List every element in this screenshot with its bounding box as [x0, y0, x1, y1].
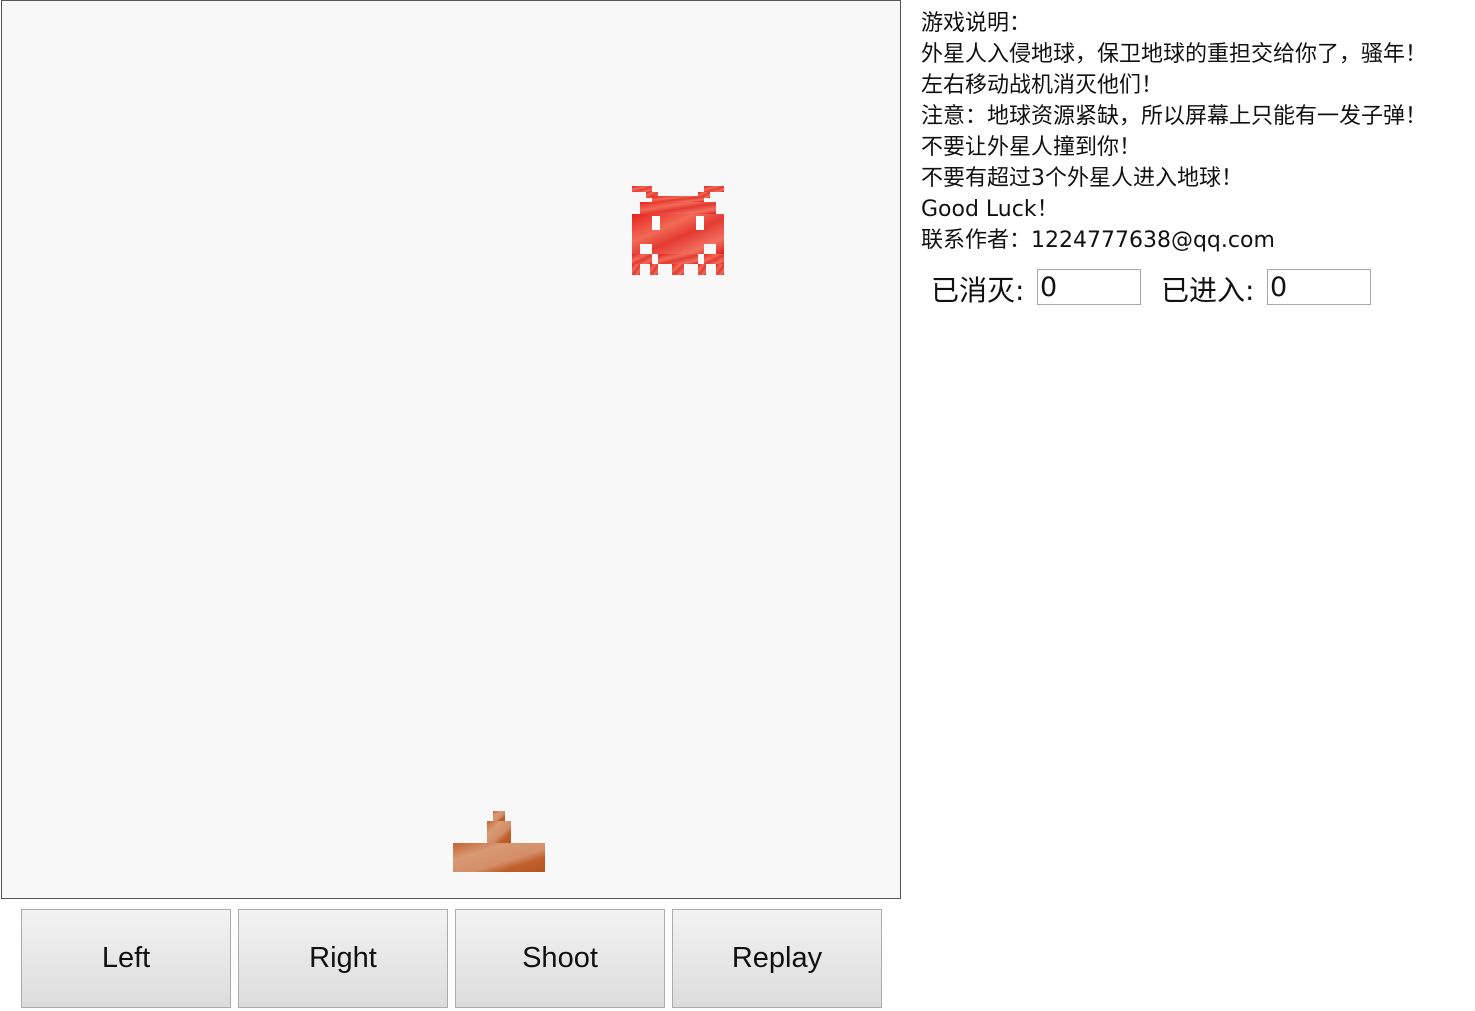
instructions-title: 游戏说明：: [921, 11, 1032, 36]
instructions-panel: 游戏说明： 外星人入侵地球，保卫地球的重担交给你了，骚年！ 左右移动战机消灭他们…: [921, 8, 1475, 256]
instructions-line: Good Luck！: [921, 197, 1059, 222]
author-contact: 联系作者：1224777638@qq.com: [921, 228, 1275, 253]
instructions-line: 不要让外星人撞到你！: [921, 135, 1142, 160]
entered-label: 已进入:: [1161, 274, 1255, 307]
instructions-line: 左右移动战机消灭他们！: [921, 73, 1164, 98]
right-button[interactable]: Right: [238, 909, 448, 1008]
instructions-line: 注意：地球资源紧缺，所以屏幕上只能有一发子弹！: [921, 104, 1428, 129]
player-ship: [453, 811, 545, 872]
game-area[interactable]: [1, 0, 901, 899]
alien-sprite: [632, 186, 724, 275]
killed-count-field[interactable]: [1037, 269, 1141, 305]
instructions-line: 不要有超过3个外星人进入地球！: [921, 166, 1243, 191]
left-button[interactable]: Left: [21, 909, 231, 1008]
shoot-button[interactable]: Shoot: [455, 909, 665, 1008]
killed-label: 已消灭:: [931, 274, 1025, 307]
entered-count-field[interactable]: [1267, 269, 1371, 305]
replay-button[interactable]: Replay: [672, 909, 882, 1008]
instructions-line: 外星人入侵地球，保卫地球的重担交给你了，骚年！: [921, 42, 1428, 67]
